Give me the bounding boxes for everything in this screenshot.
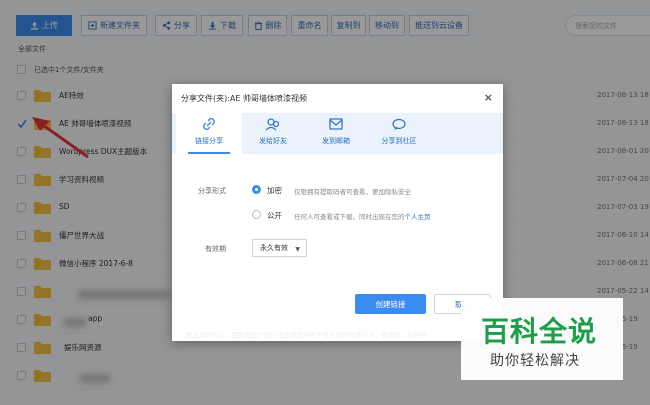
option-public-desc: 任何人可查看或下载，同时出现在您的个人主页 — [294, 211, 431, 221]
tab-link-share[interactable]: 链接分享 — [176, 113, 242, 154]
dialog-header: 分享文件(夹):AE 帅哥墙体喷漆视频 × — [172, 84, 503, 113]
caret-down-icon: ▼ — [295, 246, 300, 253]
share-tabs: 链接分享 发给好友 发到邮箱 分享到社区 — [172, 113, 503, 154]
footer-note: 配合净网行动，百度网盘严厉打击色情低俗等不良信息的传播行为，如发现，将封禁 — [186, 331, 427, 339]
tab-label: 链接分享 — [195, 137, 223, 145]
tab-send-friends[interactable]: 发给好友 — [240, 113, 306, 154]
friends-icon — [265, 118, 280, 131]
tab-label: 分享到社区 — [381, 137, 417, 145]
radio-public[interactable] — [252, 210, 261, 219]
tab-label: 发到邮箱 — [322, 137, 350, 145]
community-icon — [392, 118, 406, 130]
link-icon — [203, 118, 215, 130]
tab-send-email[interactable]: 发到邮箱 — [303, 113, 369, 154]
watermark-logo: 百科全说 助你轻松解决 — [461, 298, 623, 380]
share-dialog: 分享文件(夹):AE 帅哥墙体喷漆视频 × 链接分享 发给好友 发到邮箱 分享到… — [172, 84, 503, 341]
watermark-title: 百科全说 — [481, 315, 598, 348]
radio-private[interactable] — [252, 185, 261, 194]
watermark-subtitle: 助你轻松解决 — [490, 353, 580, 369]
create-link-button[interactable]: 创建链接 — [355, 294, 426, 314]
option-private-desc: 仅限拥有提取码者可查看，更加隐私安全 — [294, 188, 411, 196]
mail-icon — [329, 118, 343, 130]
validity-value: 永久有效 — [260, 244, 288, 252]
personal-homepage-link[interactable]: 个人主页 — [405, 213, 431, 221]
validity-label: 有效期 — [205, 245, 226, 253]
tab-label: 发给好友 — [259, 137, 287, 145]
option-public-label[interactable]: 公开 — [267, 210, 282, 221]
dialog-title: 分享文件(夹):AE 帅哥墙体喷漆视频 — [181, 94, 308, 103]
validity-select[interactable]: 永久有效 ▼ — [252, 239, 307, 257]
option-private-label[interactable]: 加密 — [267, 185, 282, 196]
tab-share-community[interactable]: 分享到社区 — [366, 113, 432, 154]
close-icon[interactable]: × — [484, 92, 493, 103]
share-form-label: 分享形式 — [198, 187, 226, 195]
option-public-desc-text: 任何人可查看或下载，同时出现在您的 — [294, 213, 405, 221]
